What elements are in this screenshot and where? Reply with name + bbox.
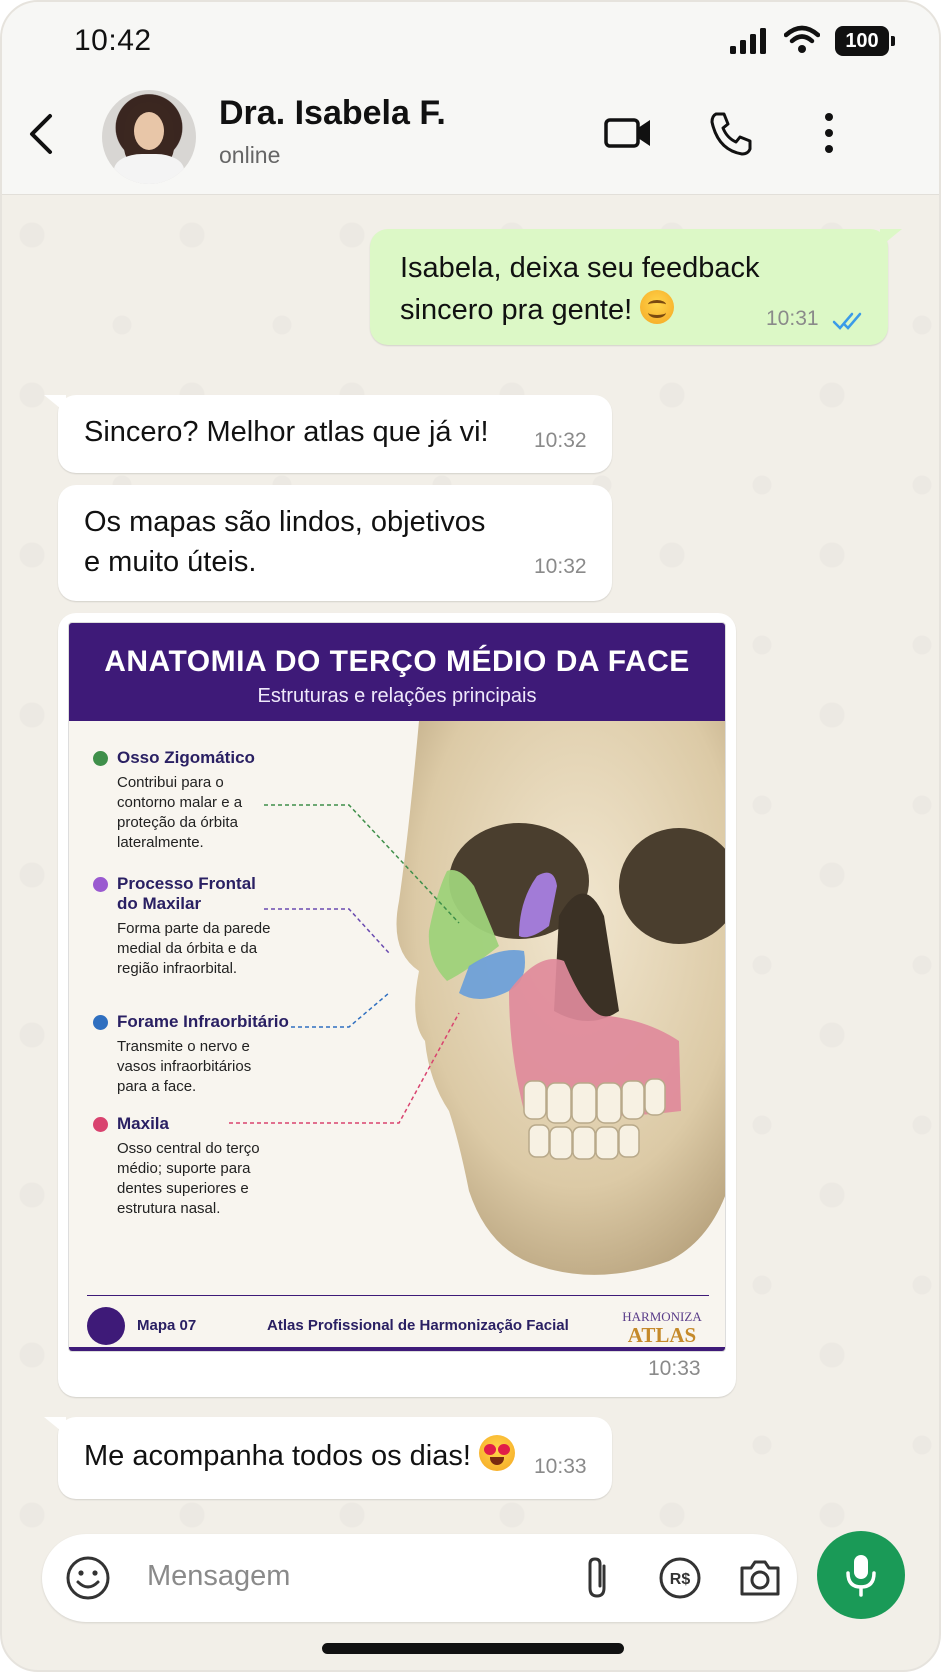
message-incoming[interactable]: Os mapas são lindos, objetivos e muito ú… [58,485,612,601]
payment-icon[interactable]: R$ [654,1552,706,1604]
message-text: e muito úteis. [84,546,257,578]
message-time: 10:33 [534,1455,587,1478]
message-text-body: Me acompanha todos os dias! [84,1440,471,1472]
legend-dot-zygomatic [93,751,108,766]
message-time: 10:31 [766,307,819,330]
legend-desc: Forma parte da parede medial da órbita e… [117,920,271,977]
wifi-icon [784,25,820,53]
legend-desc: Contribui para o contorno malar e a prot… [117,774,243,851]
message-text: Os mapas são lindos, objetivos [84,506,486,538]
message-time: 10:32 [534,555,587,578]
poster-title: ANATOMIA DO TERÇO MÉDIO DA FACE [104,645,690,678]
legend-title: Osso Zigomático [117,748,255,767]
message-text-line2: sincero pra gente! [400,294,633,326]
anatomy-poster-image[interactable]: ANATOMIA DO TERÇO MÉDIO DA FACE Estrutur… [68,622,726,1352]
video-call-icon[interactable] [602,106,656,160]
poster-bottom-bar [69,1347,725,1351]
voice-call-icon[interactable] [704,106,758,160]
message-input-bar: Mensagem R$ [42,1534,797,1622]
svg-text:R$: R$ [670,1571,691,1588]
emoji-icon[interactable] [62,1552,114,1604]
legend-dot-frontal-process [93,877,108,892]
message-text: Isabela, deixa seu feedback [400,252,760,284]
legend-title: Processo Frontal [117,874,256,893]
more-options-icon[interactable] [802,106,856,160]
brand-line2: ATLAS [627,1323,697,1347]
atlas-logo-icon [87,1307,125,1345]
legend-desc: Osso central do terço médio; suporte par… [117,1140,260,1217]
poster-atlas-name: Atlas Profissional de Harmonização Facia… [267,1317,569,1334]
microphone-icon [846,1555,876,1597]
skull-illustration [396,721,725,1275]
battery-icon: 100 [835,26,895,56]
contact-avatar[interactable] [102,90,196,184]
signal-icon [730,28,766,54]
heart-eyes-emoji-icon [478,1435,515,1471]
microphone-button[interactable] [817,1531,905,1619]
status-time: 10:42 [74,24,152,57]
chat-header: Dra. Isabela F. online [2,80,939,195]
message-time: 10:32 [534,429,587,452]
smiling-face-emoji-icon [640,290,675,324]
message-text: Me acompanha todos os dias! [84,1435,515,1477]
home-indicator [322,1643,624,1654]
legend-dot-infraorbital [93,1015,108,1030]
message-text: sincero pra gente! [400,289,675,331]
battery-level: 100 [845,30,879,52]
poster-header: ANATOMIA DO TERÇO MÉDIO DA FACE Estrutur… [69,623,725,721]
legend-title: Maxila [117,1114,169,1133]
legend-title: Forame Infraorbitário [117,1012,289,1031]
message-input[interactable]: Mensagem [147,1560,290,1593]
camera-icon[interactable] [734,1552,786,1604]
phone-screen: 10:42 100 Dra. Isabela F. online Isabela… [0,0,941,1672]
poster-map-number: Mapa 07 [137,1317,197,1334]
message-text: Sincero? Melhor atlas que já vi! [84,416,489,448]
status-bar: 10:42 100 [2,2,939,80]
read-receipt-icon [832,312,862,330]
contact-name[interactable]: Dra. Isabela F. [219,94,446,133]
attachment-icon[interactable] [572,1552,624,1604]
back-arrow-icon[interactable] [22,104,62,164]
message-time: 10:33 [648,1357,701,1380]
poster-footer-divider [87,1295,709,1296]
legend-dot-maxilla [93,1117,108,1132]
message-outgoing[interactable]: Isabela, deixa seu feedback sincero pra … [370,229,902,345]
message-incoming[interactable]: Me acompanha todos os dias! 10:33 [44,1417,612,1499]
contact-status: online [219,142,281,168]
legend-desc: Transmite o nervo e vasos infraorbitário… [117,1038,252,1095]
poster-subtitle: Estruturas e relações principais [257,685,537,707]
legend-title: do Maxilar [117,894,202,913]
message-incoming[interactable]: Sincero? Melhor atlas que já vi! 10:32 [44,395,612,473]
